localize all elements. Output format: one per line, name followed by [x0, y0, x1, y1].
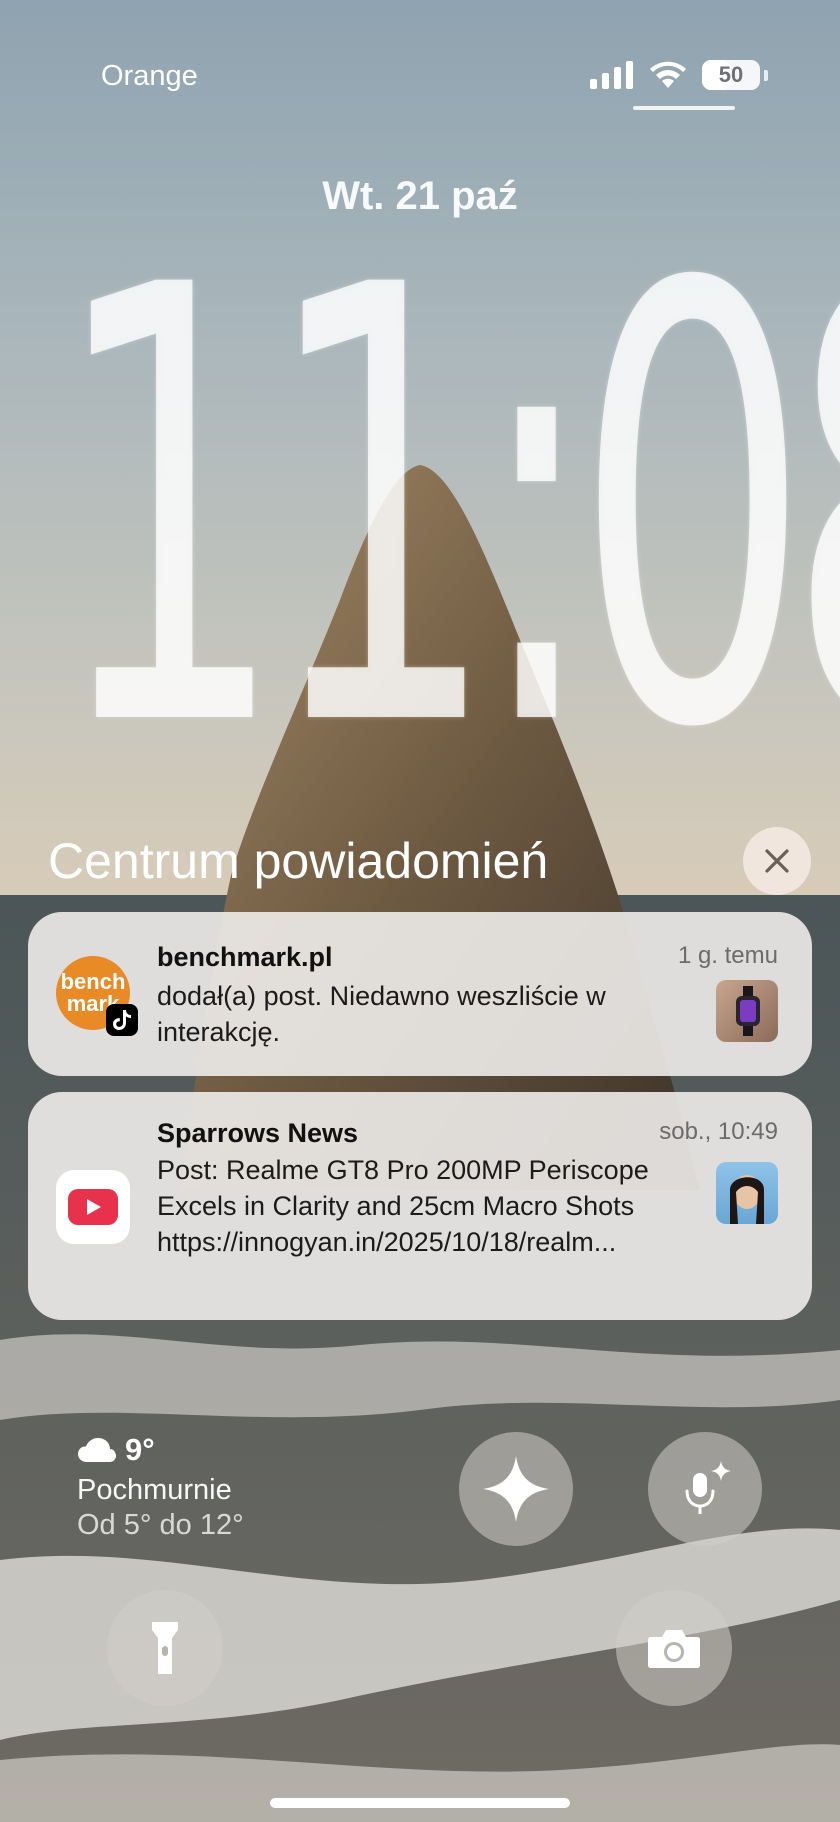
notification-thumbnail	[716, 980, 778, 1042]
notification-time: 1 g. temu	[677, 942, 778, 969]
notification-center-title: Centrum powiadomień	[48, 833, 549, 889]
wifi-icon	[650, 61, 686, 88]
cloud-icon	[78, 1438, 116, 1462]
home-indicator[interactable]	[270, 1798, 570, 1808]
mic-sparkle-icon	[685, 1461, 731, 1514]
weather-range: Od 5° do 12°	[77, 1509, 244, 1541]
status-underline	[633, 106, 735, 110]
clear-notifications-button[interactable]	[743, 827, 811, 895]
notification-title: benchmark.pl	[157, 942, 333, 972]
battery-icon: 50	[702, 60, 760, 90]
voice-assistant-button[interactable]	[648, 1432, 762, 1546]
weather-condition: Pochmurnie	[77, 1474, 232, 1506]
ai-assistant-button[interactable]	[459, 1432, 573, 1546]
weather-widget[interactable]: 9° Pochmurnie Od 5° do 12°	[77, 1432, 244, 1542]
tiktok-icon	[106, 1004, 138, 1036]
signal-icon	[590, 61, 633, 89]
close-icon	[765, 849, 789, 873]
lock-screen: Orange 50 Wt. 21 paź 11:08 Centrum powia…	[0, 0, 840, 1822]
notification-title: Sparrows News	[157, 1118, 359, 1148]
notification-body: Post: Realme GT8 Pro 200MP Periscope Exc…	[157, 1155, 649, 1257]
status-bar: Orange 50	[0, 0, 840, 120]
flashlight-icon	[152, 1622, 178, 1674]
lock-clock: 11:08	[50, 160, 840, 859]
sparkle-icon	[483, 1456, 549, 1522]
weather-temp-row: 9°	[77, 1432, 244, 1468]
status-icons: 50	[590, 60, 768, 90]
notification-thumbnail	[716, 1162, 778, 1224]
camera-icon	[648, 1630, 700, 1668]
notification-time: sob., 10:49	[659, 1118, 778, 1145]
notification-card[interactable]: Sparrows News sob., 10:49 Post: Realme G…	[28, 1092, 812, 1320]
flashlight-button[interactable]	[107, 1590, 223, 1706]
battery-nub	[764, 69, 768, 81]
notification-card[interactable]: bench mark benchmark.pl 1 g. temu dodał(…	[28, 912, 812, 1076]
carrier-label: Orange	[101, 60, 198, 92]
youtube-icon	[56, 1170, 130, 1244]
notification-body: dodał(a) post. Niedawno weszliście w int…	[157, 981, 606, 1047]
battery-percent: 50	[718, 62, 744, 87]
camera-button[interactable]	[616, 1590, 732, 1706]
weather-temp: 9°	[125, 1432, 155, 1467]
